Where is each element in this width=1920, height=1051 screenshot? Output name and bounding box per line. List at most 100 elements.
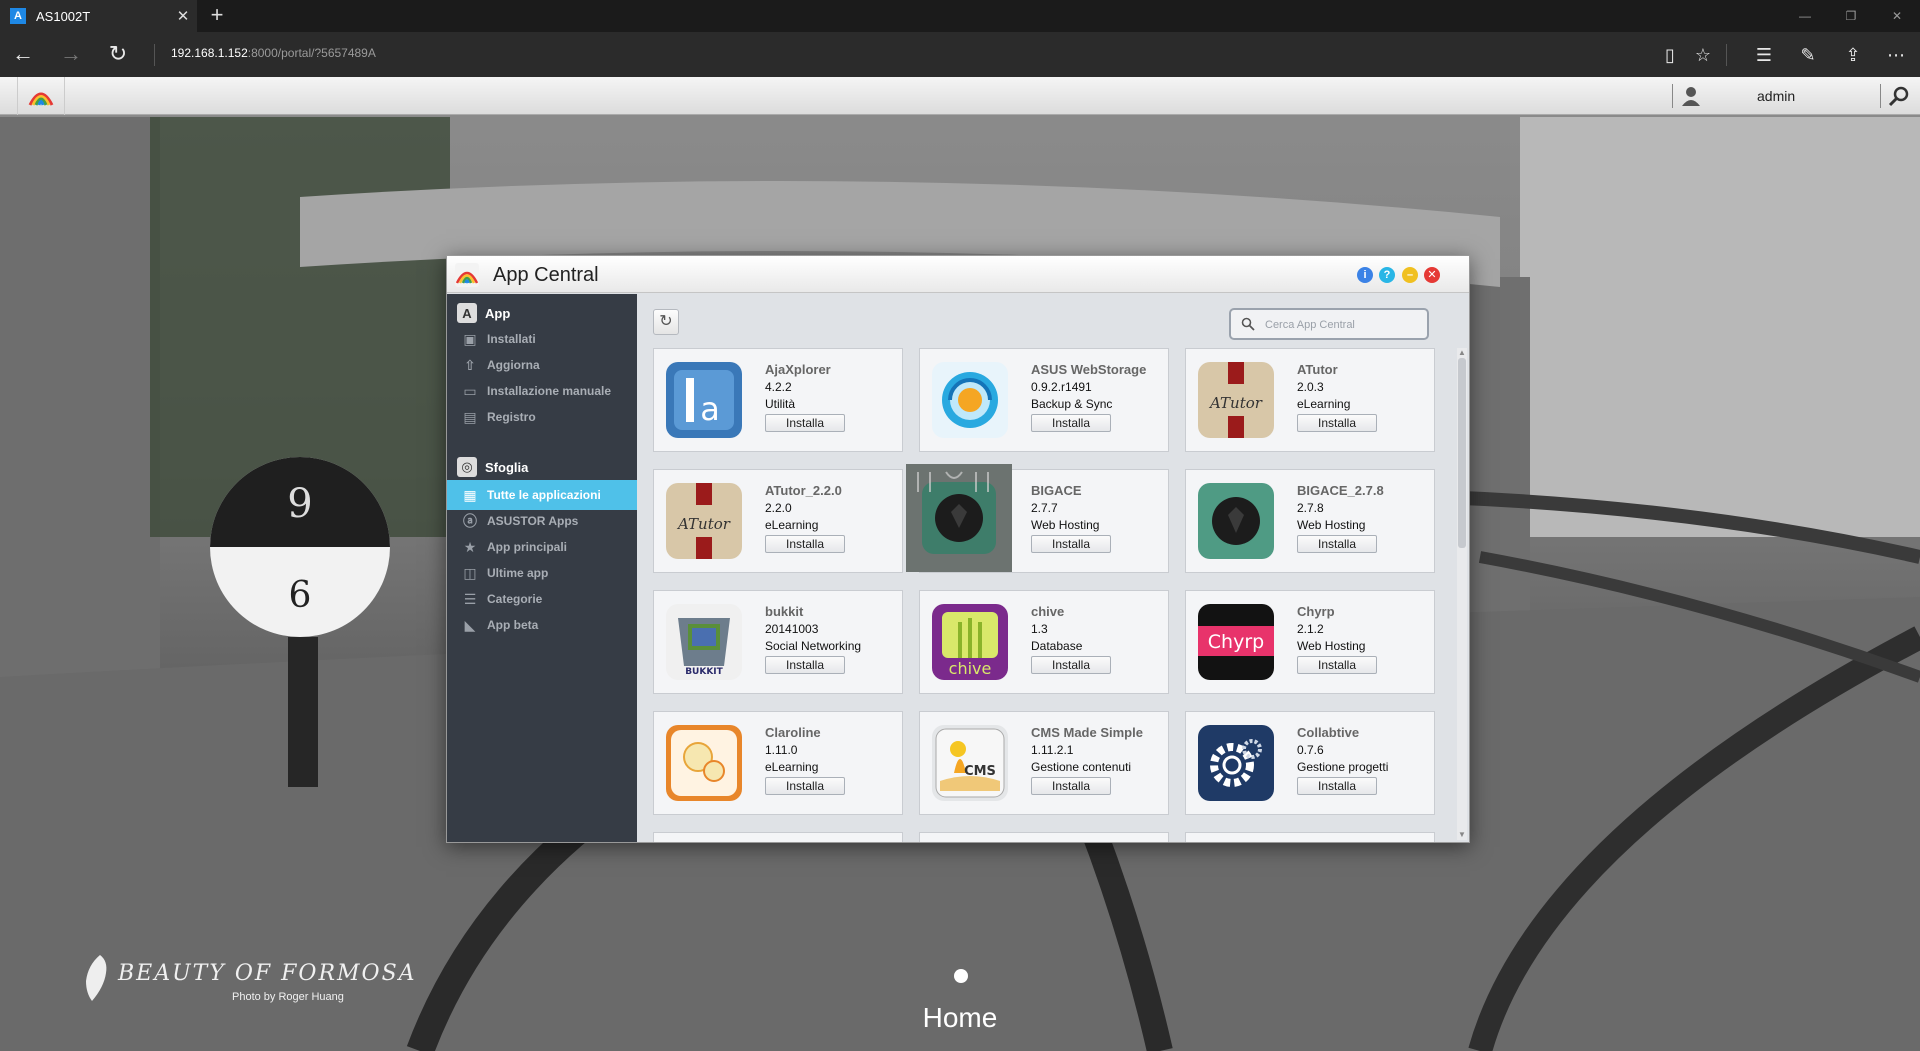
info-icon[interactable]: i — [1357, 267, 1373, 283]
tab-close-icon[interactable]: ✕ — [169, 7, 197, 25]
atutor-icon-text: ATutor — [1208, 394, 1263, 412]
cms-made-simple-icon: CMS — [932, 725, 1008, 801]
browser-tab-bar: A AS1002T ✕ + — ❐ ✕ — [0, 0, 1920, 32]
share-icon[interactable]: ⇪ — [1838, 40, 1868, 70]
more-icon[interactable]: ⋯ — [1881, 40, 1911, 70]
branding-credit: Photo by Roger Huang — [232, 991, 344, 1003]
app-list-scrollbar[interactable]: ▲ ▼ — [1457, 348, 1467, 840]
hub-icon[interactable]: ☰ — [1749, 40, 1779, 70]
scroll-down-icon[interactable]: ▼ — [1457, 830, 1467, 840]
web-note-icon[interactable]: ✎ — [1793, 40, 1823, 70]
window-title-bar[interactable]: App Central i ? – ✕ — [447, 256, 1469, 293]
app-version: 2.1.2 — [1297, 622, 1324, 636]
svg-text:9: 9 — [287, 481, 312, 527]
app-version: 2.0.3 — [1297, 380, 1324, 394]
nas-top-bar: admin — [0, 77, 1920, 115]
install-button[interactable]: Installa — [1031, 535, 1111, 553]
install-button[interactable]: Installa — [1031, 656, 1111, 674]
window-minimize-icon[interactable]: — — [1782, 0, 1828, 32]
close-icon[interactable]: ✕ — [1424, 267, 1440, 283]
app-name: ATutor — [1297, 362, 1338, 377]
address-bar[interactable]: 192.168.1.152:8000/portal/?5657489A — [171, 46, 376, 60]
app-card-bigace-2-7-8[interactable]: BIGACE_2.7.8 2.7.8 Web Hosting Installa — [1185, 469, 1435, 573]
app-version: 4.2.2 — [765, 380, 792, 394]
sidebar-section-app-label: App — [485, 305, 511, 321]
browser-nav-bar: ← → ↻ 192.168.1.152:8000/portal/?5657489… — [0, 32, 1920, 77]
search-icon — [1241, 317, 1255, 331]
sidebar-item-label: ASUSTOR Apps — [487, 514, 579, 528]
sidebar-item-app-beta[interactable]: ◣ App beta — [447, 610, 637, 640]
app-version: 0.7.6 — [1297, 743, 1324, 757]
asustor-logo-icon — [28, 92, 54, 106]
app-name: ATutor_2.2.0 — [765, 483, 842, 498]
app-name: bukkit — [765, 604, 804, 619]
search-icon[interactable] — [1888, 85, 1910, 107]
install-button[interactable]: Installa — [765, 414, 845, 432]
sidebar-item-label: Tutte le applicazioni — [487, 488, 601, 502]
window-close-icon[interactable]: ✕ — [1874, 0, 1920, 32]
sidebar-item-registro[interactable]: ▤ Registro — [447, 402, 637, 432]
sidebar-section-app: A App — [457, 302, 510, 324]
app-category: Web Hosting — [1297, 518, 1366, 532]
install-button[interactable]: Installa — [1297, 656, 1377, 674]
forward-arrow-icon[interactable]: → — [56, 40, 86, 70]
reading-view-icon[interactable]: ▯ — [1655, 40, 1685, 70]
app-card-partial — [1185, 832, 1435, 842]
install-button[interactable]: Installa — [1031, 414, 1111, 432]
log-icon: ▤ — [463, 408, 477, 425]
browse-section-icon: ◎ — [457, 457, 477, 477]
grid-icon: ▦ — [463, 486, 477, 503]
new-tab-icon[interactable]: + — [205, 2, 229, 30]
install-button[interactable]: Installa — [1031, 777, 1111, 795]
app-card-bigace[interactable]: BIGACE 2.7.7 Web Hosting Installa — [906, 464, 1169, 573]
chive-icon: chive — [932, 604, 1008, 680]
scroll-up-icon[interactable]: ▲ — [1457, 348, 1467, 358]
app-category: Gestione progetti — [1297, 760, 1389, 774]
branding-title: BEAUTY OF FORMOSA — [118, 961, 417, 986]
user-icon[interactable] — [1680, 85, 1702, 107]
atutor-icon-text: ATutor — [676, 515, 731, 533]
app-card-atutor-2-2-0[interactable]: ATutor ATutor_2.2.0 2.2.0 eLearning Inst… — [653, 469, 903, 573]
window-title: App Central — [493, 264, 599, 286]
refresh-button[interactable]: ↻ — [653, 309, 679, 335]
svg-text:a: a — [700, 390, 720, 428]
app-card-claroline[interactable]: Claroline 1.11.0 eLearning Installa — [653, 711, 903, 815]
app-version: 1.3 — [1031, 622, 1048, 636]
app-name: Collabtive — [1297, 725, 1360, 740]
install-button[interactable]: Installa — [1297, 414, 1377, 432]
install-button[interactable]: Installa — [765, 777, 845, 795]
app-card-ajaxplorer[interactable]: a AjaXplorer 4.2.2 Utilità Installa — [653, 348, 903, 452]
app-card-chyrp[interactable]: Chyrp Chyrp 2.1.2 Web Hosting Installa — [1185, 590, 1435, 694]
install-button[interactable]: Installa — [765, 656, 845, 674]
app-card-atutor[interactable]: ATutor ATutor 2.0.3 eLearning Installa — [1185, 348, 1435, 452]
install-button[interactable]: Installa — [765, 535, 845, 553]
install-button[interactable]: Installa — [1297, 535, 1377, 553]
search-input[interactable] — [1265, 316, 1421, 334]
back-arrow-icon[interactable]: ← — [8, 40, 38, 70]
minimize-icon[interactable]: – — [1402, 267, 1418, 283]
window-restore-icon[interactable]: ❐ — [1828, 0, 1874, 32]
app-card-cms-made-simple[interactable]: CMS CMS Made Simple 1.11.2.1 Gestione co… — [919, 711, 1169, 815]
browser-tab[interactable]: A AS1002T ✕ — [0, 0, 197, 32]
sidebar-item-label: Categorie — [487, 592, 543, 606]
install-button[interactable]: Installa — [1297, 777, 1377, 795]
app-category: Web Hosting — [1297, 639, 1366, 653]
app-version: 1.11.2.1 — [1031, 743, 1074, 757]
app-card-bukkit[interactable]: BUKKIT bukkit 20141003 Social Networking… — [653, 590, 903, 694]
star-icon: ★ — [463, 538, 477, 555]
app-card-partial — [919, 832, 1169, 842]
refresh-icon[interactable]: ↻ — [103, 40, 133, 70]
app-card-collabtive[interactable]: Collabtive 0.7.6 Gestione progetti Insta… — [1185, 711, 1435, 815]
help-icon[interactable]: ? — [1379, 267, 1395, 283]
app-card-asus-webstorage[interactable]: ASUS WebStorage 0.9.2.r1491 Backup & Syn… — [919, 348, 1169, 452]
scroll-thumb[interactable] — [1458, 358, 1466, 548]
app-version: 20141003 — [765, 622, 819, 636]
username-label[interactable]: admin — [1757, 88, 1795, 104]
favorite-star-icon[interactable]: ☆ — [1688, 40, 1718, 70]
app-card-chive[interactable]: chive chive 1.3 Database Installa — [919, 590, 1169, 694]
beta-icon: ◣ — [464, 616, 476, 633]
desktop-page-indicator[interactable] — [954, 969, 968, 983]
app-central-sidebar: A App ▣ Installati ⇧ Aggiorna ▭ Installa… — [447, 294, 637, 842]
app-search-box[interactable] — [1229, 308, 1429, 340]
nas-start-menu-button[interactable] — [17, 77, 65, 115]
